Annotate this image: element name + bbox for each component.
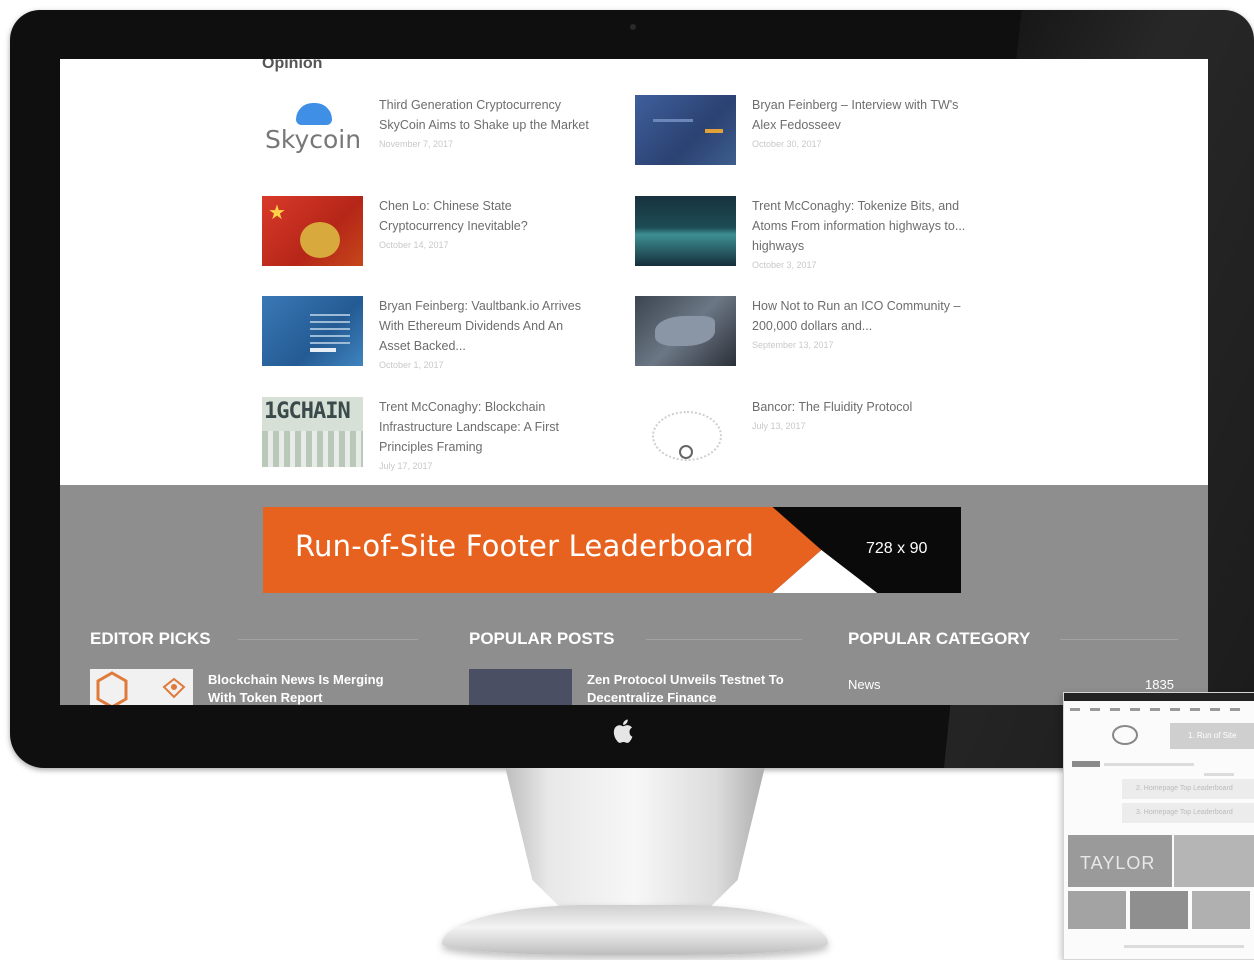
ad-size: 728 x 90 — [866, 540, 928, 557]
mini-tile — [1130, 891, 1188, 929]
article-thumbnail[interactable]: ★ — [262, 196, 363, 266]
thumbnail-detail — [705, 129, 723, 133]
article-date: July 13, 2017 — [752, 421, 806, 431]
camera-dot — [630, 24, 636, 30]
mini-top-bar — [1064, 693, 1254, 701]
thumbnail-detail — [262, 431, 363, 467]
article-date: November 7, 2017 — [379, 139, 454, 149]
mini-ad-slot: 2. Homepage Top Leaderboard — [1122, 779, 1254, 799]
screen: Opinion Skycoin Third Generation Cryptoc… — [60, 59, 1208, 705]
article-date: October 3, 2017 — [752, 260, 817, 270]
mini-hero-image: TAYLOR — [1068, 835, 1172, 887]
article-card[interactable]: Bryan Feinberg: Vaultbank.io Arrives Wit… — [262, 296, 622, 386]
article-thumbnail[interactable] — [635, 196, 736, 266]
heading-divider — [238, 639, 418, 640]
article-card[interactable]: Bryan Feinberg – Interview with TW's Ale… — [635, 95, 995, 185]
mini-ad-slot: 3. Homepage Top Leaderboard — [1122, 803, 1254, 823]
popular-category-heading: POPULAR CATEGORY — [848, 629, 1031, 648]
article-title[interactable]: Third Generation Cryptocurrency SkyCoin … — [379, 95, 594, 153]
mini-nav — [1070, 708, 1250, 711]
thumbnail-detail — [655, 316, 715, 346]
category-count: 1835 — [1145, 677, 1174, 692]
article-card[interactable]: 1GCHAIN Trent McConaghy: Blockchain Infr… — [262, 397, 622, 487]
ad-label: Run-of-Site Footer Leaderboard — [295, 529, 754, 563]
editor-pick-title[interactable]: Blockchain News Is Merging With Token Re… — [208, 671, 408, 705]
popular-post-title[interactable]: Zen Protocol Unveils Testnet To Decentra… — [587, 671, 787, 705]
mini-text-line — [1124, 945, 1244, 948]
mini-tile — [1192, 891, 1250, 929]
hexagon-logo-icon — [96, 671, 186, 705]
mini-page-screenshot: 1. Run of Site 2. Homepage Top Leaderboa… — [1063, 692, 1254, 960]
star-icon: ★ — [268, 202, 286, 224]
article-date: September 13, 2017 — [752, 340, 834, 350]
article-thumbnail[interactable]: Skycoin — [262, 95, 363, 165]
editor-pick-thumbnail[interactable] — [90, 669, 193, 705]
mini-banner-label: 1. Run of Site — [1188, 731, 1237, 740]
article-card[interactable]: Bancor: The Fluidity Protocol July 13, 2… — [635, 397, 995, 487]
cloud-icon — [296, 103, 332, 125]
section-heading: Opinion — [262, 59, 323, 72]
thumbnail-logo-text: Skycoin — [265, 125, 362, 154]
thumbnail-detail — [679, 445, 693, 459]
mini-text-line — [1204, 773, 1234, 776]
mini-header-banner: 1. Run of Site — [1170, 723, 1254, 749]
article-title[interactable]: Bryan Feinberg – Interview with TW's Ale… — [752, 95, 967, 153]
mini-hero-image — [1174, 835, 1254, 887]
thumbnail-logo-text: 1GCHAIN — [264, 399, 351, 424]
article-card[interactable]: ★ Chen Lo: Chinese State Cryptocurrency … — [262, 196, 622, 286]
mini-tag — [1072, 761, 1100, 767]
footer-leaderboard-ad[interactable]: Run-of-Site Footer Leaderboard 728 x 90 — [263, 507, 961, 593]
article-date: July 17, 2017 — [379, 461, 433, 471]
mini-ad-label: 3. Homepage Top Leaderboard — [1136, 809, 1233, 816]
article-thumbnail[interactable]: 1GCHAIN — [262, 397, 363, 467]
article-title[interactable]: Bancor: The Fluidity Protocol July 13, 2… — [752, 397, 967, 435]
article-date: October 14, 2017 — [379, 240, 449, 250]
editor-picks-heading: EDITOR PICKS — [90, 629, 211, 648]
coin-icon — [300, 222, 340, 258]
mini-tile — [1068, 891, 1126, 929]
article-thumbnail[interactable] — [262, 296, 363, 366]
popular-post-thumbnail[interactable] — [469, 669, 572, 705]
thumbnail-detail — [310, 348, 336, 352]
site-footer: Run-of-Site Footer Leaderboard 728 x 90 … — [60, 485, 1208, 705]
mini-ad-label: 2. Homepage Top Leaderboard — [1136, 785, 1233, 792]
article-thumbnail[interactable] — [635, 95, 736, 165]
article-title[interactable]: Chen Lo: Chinese State Cryptocurrency In… — [379, 196, 594, 254]
article-card[interactable]: Trent McConaghy: Tokenize Bits, and Atom… — [635, 196, 995, 286]
heading-divider — [1060, 639, 1178, 640]
mini-logo-icon — [1112, 725, 1138, 745]
mini-tiles — [1068, 891, 1254, 929]
mini-text-line — [1104, 763, 1194, 766]
article-card[interactable]: Skycoin Third Generation Cryptocurrency … — [262, 95, 622, 185]
thumbnail-detail — [653, 119, 693, 122]
article-title[interactable]: Bryan Feinberg: Vaultbank.io Arrives Wit… — [379, 296, 594, 374]
monitor-stand-base — [442, 905, 828, 955]
article-thumbnail[interactable] — [635, 397, 736, 467]
article-title[interactable]: Trent McConaghy: Tokenize Bits, and Atom… — [752, 196, 967, 274]
popular-posts-heading: POPULAR POSTS — [469, 629, 615, 648]
article-thumbnail[interactable] — [635, 296, 736, 366]
heading-divider — [646, 639, 802, 640]
article-title[interactable]: Trent McConaghy: Blockchain Infrastructu… — [379, 397, 594, 475]
article-title[interactable]: How Not to Run an ICO Community – 200,00… — [752, 296, 967, 354]
article-date: October 1, 2017 — [379, 360, 444, 370]
mini-hero-label: TAYLOR — [1080, 853, 1156, 873]
thumbnail-detail — [310, 314, 350, 344]
monitor-stand-neck — [505, 768, 765, 928]
apple-logo-icon — [613, 719, 633, 743]
article-date: October 30, 2017 — [752, 139, 822, 149]
article-card[interactable]: How Not to Run an ICO Community – 200,00… — [635, 296, 995, 386]
category-name[interactable]: News — [848, 677, 881, 692]
